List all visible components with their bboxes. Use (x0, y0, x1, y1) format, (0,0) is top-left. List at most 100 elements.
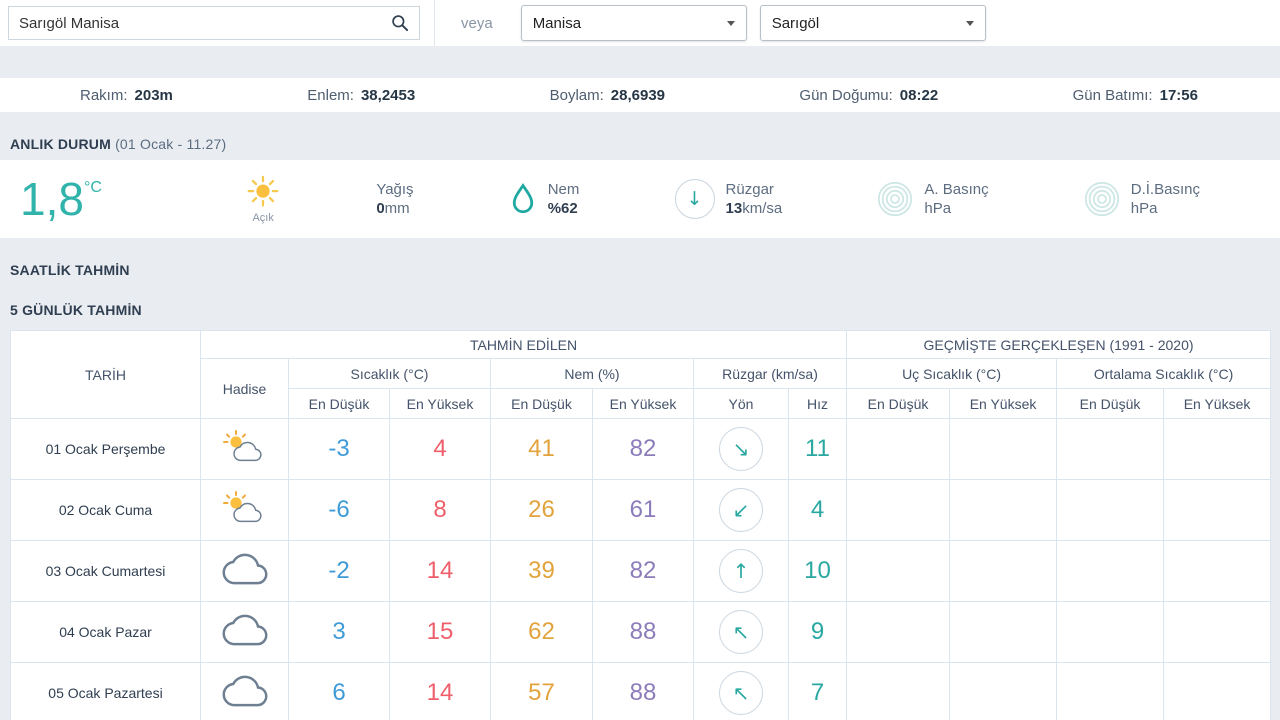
current-subtitle: (01 Ocak - 11.27) (115, 136, 227, 152)
district-select[interactable]: Sarıgöl (759, 5, 986, 41)
topbar: veya Manisa Sarıgöl (0, 0, 1280, 46)
search-button[interactable] (381, 7, 419, 39)
condition-label: Açık (252, 211, 274, 224)
chevron-down-icon (726, 20, 735, 26)
sea-level-pressure-metric: D.İ.Basınç hPa (1084, 180, 1200, 218)
cloud-icon (222, 614, 267, 645)
extreme-low-header: En Düşük (846, 388, 951, 419)
temp-high-header: En Yüksek (389, 388, 491, 419)
sunrise-label: Gün Doğumu: (799, 86, 893, 104)
table-row: 02 Ocak Cuma -6 8 26 61 ↙ 4 (10, 479, 1272, 541)
wind-dir-cell: ↖ (693, 601, 789, 663)
chevron-down-icon (965, 20, 974, 26)
current-title: ANLIK DURUM (10, 136, 111, 152)
wind-direction-icon: ↖ (719, 671, 763, 715)
table-row: 05 Ocak Pazartesi 6 14 57 88 ↖ 7 (10, 662, 1272, 720)
temp-low-cell: -2 (288, 540, 390, 602)
avg-low-header: En Düşük (1056, 388, 1165, 419)
precipitation-unit: mm (384, 200, 410, 217)
cloud-icon (222, 675, 267, 706)
precipitation-text: Yağış 0mm (376, 180, 413, 218)
sea-level-pressure-label: D.İ.Basınç (1130, 181, 1200, 198)
wind-unit: km/sa (742, 200, 783, 217)
forecast-date: 03 Ocak Cumartesi (10, 540, 201, 602)
forecast-date: 01 Ocak Perşembe (10, 418, 201, 480)
wind-speed-cell: 11 (787, 418, 848, 480)
partly-cloudy-icon (222, 429, 262, 461)
latitude-value: 38,2453 (360, 86, 416, 104)
hist-extreme-low-cell (846, 662, 951, 720)
wind-arrow-glyph: ↘ (732, 437, 750, 461)
search-input[interactable] (9, 14, 381, 32)
hist-avg-high-cell (1163, 540, 1272, 602)
humidity-low-cell: 39 (490, 540, 593, 602)
sunset-value: 17:56 (1159, 86, 1198, 104)
wind-speed-header: Hız (787, 388, 848, 419)
condition-cell (200, 662, 289, 720)
wind-speed-cell: 10 (787, 540, 848, 602)
search-box (8, 6, 420, 40)
wind-dir-cell: ↙ (693, 479, 789, 541)
or-label: veya (461, 14, 493, 32)
pressure-text: A. Basınç hPa (924, 180, 988, 218)
temp-low-cell: 3 (288, 601, 390, 663)
precipitation-value: 0mm (376, 199, 413, 218)
hist-avg-high-cell (1163, 479, 1272, 541)
table-row: 01 Ocak Perşembe -3 4 41 82 ↘ 11 (10, 418, 1272, 480)
hist-extreme-high-cell (949, 418, 1058, 480)
altitude-info: Rakım: 203m (80, 87, 173, 104)
hist-extreme-low-cell (846, 601, 951, 663)
altitude-label: Rakım: (80, 86, 128, 104)
humidity-low-header: En Düşük (490, 388, 593, 419)
humidity-group-header: Nem (%) (490, 358, 694, 389)
district-select-value: Sarıgöl (771, 14, 820, 32)
pressure-rings-icon (1084, 181, 1119, 217)
historical-group-header: GEÇMİŞTE GERÇEKLEŞEN (1991 - 2020) (846, 330, 1272, 359)
wind-arrow-glyph: ↖ (732, 620, 750, 644)
hist-avg-low-cell (1056, 601, 1165, 663)
humidity-high-cell: 82 (592, 418, 694, 480)
sunset-info: Gün Batımı: 17:56 (1073, 87, 1198, 104)
condition-cell (200, 479, 289, 541)
humidity-low-cell: 26 (490, 479, 593, 541)
altitude-value: 203m (134, 86, 173, 104)
predicted-group-header: TAHMİN EDİLEN (199, 330, 848, 359)
pressure-unit: hPa (924, 200, 952, 217)
wind-number: 13 (725, 200, 743, 217)
hist-avg-low-cell (1056, 418, 1165, 480)
wind-direction-icon: ↘ (719, 427, 763, 471)
wind-speed-cell: 4 (787, 479, 848, 541)
table-row: 04 Ocak Pazar 3 15 62 88 ↖ 9 (10, 601, 1272, 663)
hist-extreme-high-cell (949, 479, 1058, 541)
temperature-value: 1,8 (20, 173, 84, 225)
hist-avg-low-cell (1056, 540, 1165, 602)
temperature-unit: °C (83, 179, 102, 196)
precipitation-metric: Yağış 0mm (376, 180, 413, 218)
date-column-header: TARİH (10, 330, 201, 419)
humidity-high-header: En Yüksek (592, 388, 694, 419)
table-group-header-row: TARİH TAHMİN EDİLEN GEÇMİŞTE GERÇEKLEŞEN… (10, 330, 1272, 419)
daily-title: 5 GÜNLÜK TAHMİN (10, 302, 142, 318)
hist-extreme-high-cell (949, 540, 1058, 602)
wind-arrow-glyph: ↙ (732, 498, 750, 522)
humidity-metric: Nem %62 (509, 180, 580, 218)
humidity-high-cell: 88 (592, 662, 694, 720)
longitude-value: 28,6939 (610, 86, 666, 104)
humidity-label: Nem (547, 181, 580, 198)
condition-cell (200, 418, 289, 480)
province-select[interactable]: Manisa (520, 5, 747, 41)
search-icon (392, 15, 409, 32)
pressure-rings-icon (878, 181, 913, 217)
humidity-high-cell: 82 (592, 540, 694, 602)
wind-direction-icon: ↖ (719, 610, 763, 654)
wind-label: Rüzgar (725, 181, 774, 198)
forecast-date: 02 Ocak Cuma (10, 479, 201, 541)
condition-cell (200, 601, 289, 663)
sea-level-pressure-unit: hPa (1130, 200, 1158, 217)
forecast-date: 04 Ocak Pazar (10, 601, 201, 663)
partly-cloudy-icon (222, 490, 262, 522)
table-row: 03 Ocak Cumartesi -2 14 39 82 ↑ 10 (10, 540, 1272, 602)
latitude-info: Enlem: 38,2453 (307, 87, 415, 104)
wind-direction-icon: ↑ (719, 549, 763, 593)
avg-temp-group-header: Ortalama Sıcaklık (°C) (1056, 358, 1272, 389)
